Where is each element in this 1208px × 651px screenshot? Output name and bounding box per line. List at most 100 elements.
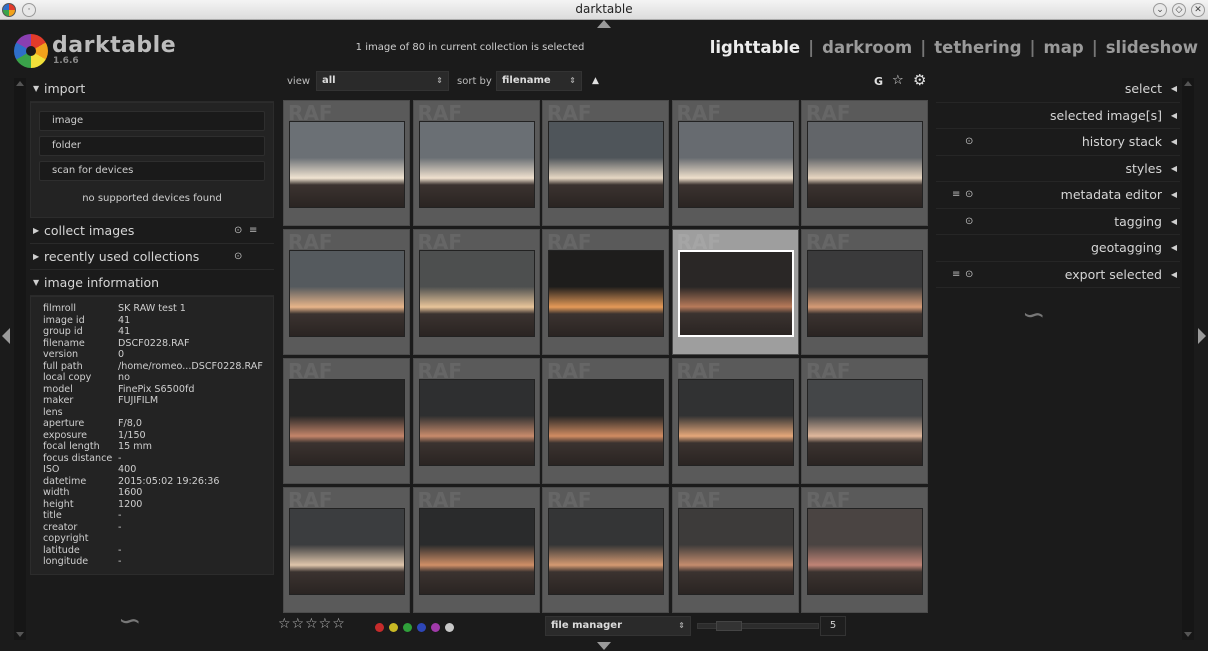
close-button[interactable]: ✕ — [1191, 3, 1205, 17]
thumbnail-image[interactable] — [807, 250, 923, 337]
thumbnail-cell[interactable]: RAF — [801, 487, 928, 613]
presets-icon[interactable]: ≡ — [249, 225, 257, 236]
sort-direction-button[interactable]: ▲ — [592, 76, 599, 86]
minimize-button[interactable]: ⌄ — [1153, 3, 1167, 17]
thumbnail-image[interactable] — [289, 379, 405, 466]
right-panel-scrollbar[interactable] — [1182, 78, 1194, 640]
star-rating-filter[interactable]: ☆☆☆☆☆ — [278, 616, 346, 632]
reset-icon[interactable]: ⊙ — [965, 209, 973, 235]
collapsed-triangle-icon: ◀ — [1170, 110, 1177, 120]
toggle-top-panel-icon[interactable] — [597, 20, 611, 28]
info-row: filename DSCF0228.RAF — [43, 338, 273, 350]
thumbnail-image[interactable] — [677, 379, 794, 466]
thumbnail-cell[interactable]: RAF — [542, 229, 669, 355]
thumbnail-cell[interactable]: RAF — [801, 100, 928, 226]
maximize-button[interactable]: ◇ — [1172, 3, 1186, 17]
zoom-entry[interactable]: 5 — [820, 616, 846, 636]
module-selected-image-s-header[interactable]: selected image[s] ◀ — [936, 103, 1180, 129]
reset-icon[interactable]: ⊙ — [965, 129, 973, 155]
color-label-dot[interactable] — [403, 623, 412, 632]
color-label-dot[interactable] — [375, 623, 384, 632]
reset-icon[interactable]: ⊙ — [234, 251, 242, 262]
sort-label: sort by — [457, 76, 492, 87]
color-label-dot[interactable] — [445, 623, 454, 632]
left-panel-scrollbar[interactable] — [14, 78, 26, 640]
view-tethering[interactable]: tethering — [934, 38, 1021, 57]
import-image-button[interactable]: image — [39, 111, 265, 131]
color-label-dot[interactable] — [389, 623, 398, 632]
sort-by-combo[interactable]: filename ⇕ — [496, 71, 582, 91]
toggle-left-panel-icon[interactable] — [2, 328, 10, 344]
module-styles-header[interactable]: styles ◀ — [936, 156, 1180, 182]
thumbnail-cell[interactable]: RAF — [283, 487, 410, 613]
presets-icon[interactable]: ≡ — [952, 262, 960, 288]
thumbnail-cell[interactable]: RAF — [283, 100, 410, 226]
preferences-gear-icon[interactable]: ⚙ — [913, 71, 926, 89]
import-folder-button[interactable]: folder — [39, 136, 265, 156]
thumbnail-image[interactable] — [807, 121, 923, 208]
module-recent-header[interactable]: ▶ recently used collections ⊙ — [30, 244, 274, 270]
module-info-header[interactable]: ▼ image information — [30, 270, 274, 296]
thumbnail-cell[interactable]: RAF — [671, 100, 799, 226]
module-collect-header[interactable]: ▶ collect images ⊙ ≡ — [30, 218, 274, 244]
view-slideshow[interactable]: slideshow — [1106, 38, 1198, 57]
thumbnail-cell[interactable]: RAF — [283, 358, 410, 484]
reset-icon[interactable]: ⊙ — [234, 225, 242, 236]
toggle-right-panel-icon[interactable] — [1198, 328, 1206, 344]
thumbnail-image[interactable] — [807, 379, 923, 466]
module-history-stack-header[interactable]: history stack ◀ ⊙ — [936, 129, 1180, 156]
thumbnail-image[interactable] — [677, 121, 794, 208]
module-tagging-header[interactable]: tagging ◀ ⊙ — [936, 209, 1180, 235]
thumbnail-image[interactable] — [548, 379, 664, 466]
thumbnail-cell[interactable]: RAF — [542, 100, 669, 226]
thumbnail-image[interactable] — [418, 121, 535, 208]
module-geotagging-header[interactable]: geotagging ◀ — [936, 235, 1180, 262]
thumbnail-image[interactable] — [289, 250, 405, 337]
thumbnail-image[interactable] — [548, 121, 664, 208]
overlay-star-icon[interactable]: ☆ — [892, 73, 904, 88]
thumbnail-image[interactable] — [418, 379, 535, 466]
thumbnail-image[interactable] — [418, 508, 535, 595]
presets-icon[interactable]: ≡ — [952, 182, 960, 208]
module-select-header[interactable]: select ◀ — [936, 76, 1180, 103]
view-lighttable[interactable]: lighttable — [710, 38, 800, 57]
thumbnail-image[interactable] — [289, 121, 405, 208]
thumbnail-cell[interactable]: RAF — [283, 229, 410, 355]
thumbnail-cell[interactable]: RAF — [542, 487, 669, 613]
thumbnail-cell[interactable]: RAF — [412, 229, 540, 355]
thumbnail-image[interactable] — [418, 250, 535, 337]
color-label-dot[interactable] — [431, 623, 440, 632]
collapsed-triangle-icon: ◀ — [1170, 269, 1177, 279]
thumbnail-image[interactable] — [677, 250, 794, 337]
thumbnail-image[interactable] — [807, 508, 923, 595]
thumbnail-image[interactable] — [289, 508, 405, 595]
thumbnail-cell[interactable]: RAF — [412, 100, 540, 226]
thumbnail-cell[interactable]: RAF — [671, 487, 799, 613]
thumbnail-cell[interactable]: RAF — [412, 487, 540, 613]
thumbnail-cell[interactable]: RAF — [801, 229, 928, 355]
thumbnail-cell[interactable]: RAF — [542, 358, 669, 484]
module-import-header[interactable]: ▼ import — [30, 76, 274, 102]
reset-icon[interactable]: ⊙ — [965, 262, 973, 288]
thumbnail-image[interactable] — [677, 508, 794, 595]
view-filter-combo[interactable]: all ⇕ — [316, 71, 449, 91]
color-label-dot[interactable] — [417, 623, 426, 632]
layout-combo[interactable]: file manager ⇕ — [545, 616, 691, 636]
thumbnail-image[interactable] — [548, 250, 664, 337]
zoom-slider-handle[interactable] — [716, 621, 742, 631]
thumbnail-cell[interactable]: RAF — [671, 229, 799, 355]
view-map[interactable]: map — [1044, 38, 1084, 57]
thumbnail-cell[interactable]: RAF — [671, 358, 799, 484]
grouping-button[interactable]: G — [874, 75, 883, 88]
thumbnail-image[interactable] — [548, 508, 664, 595]
view-darkroom[interactable]: darkroom — [822, 38, 912, 57]
thumbnail-cell[interactable]: RAF — [412, 358, 540, 484]
reset-icon[interactable]: ⊙ — [965, 182, 973, 208]
module-metadata-editor-header[interactable]: metadata editor ◀ ≡ ⊙ — [936, 182, 1180, 209]
module-export-selected-header[interactable]: export selected ◀ ≡ ⊙ — [936, 262, 1180, 288]
scan-devices-button[interactable]: scan for devices — [39, 161, 265, 181]
spin-arrows-icon: ⇕ — [678, 621, 685, 630]
info-value: - — [118, 510, 122, 521]
thumbnail-cell[interactable]: RAF — [801, 358, 928, 484]
toggle-bottom-panel-icon[interactable] — [597, 642, 611, 650]
